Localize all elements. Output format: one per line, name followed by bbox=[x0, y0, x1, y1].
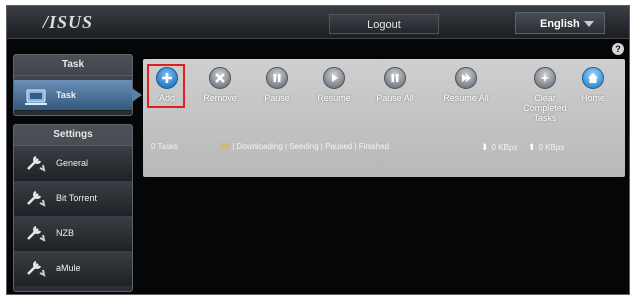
fast-forward-icon bbox=[455, 67, 477, 89]
wrench-icon bbox=[27, 155, 46, 172]
pause-button[interactable]: Pause bbox=[247, 67, 307, 103]
download-rate: ⬇ 0 KBps bbox=[481, 142, 517, 153]
close-icon bbox=[209, 67, 231, 89]
filter-all[interactable]: All bbox=[221, 142, 230, 151]
home-label: Home bbox=[580, 93, 605, 103]
task-panel: Task Task bbox=[13, 54, 142, 116]
home-icon bbox=[582, 67, 604, 89]
remove-label: Remove bbox=[203, 93, 237, 103]
sparkle-icon bbox=[534, 67, 556, 89]
chevron-down-icon bbox=[584, 21, 594, 27]
add-label: Add bbox=[158, 93, 175, 103]
play-icon bbox=[323, 67, 345, 89]
arrow-down-icon: ⬇ bbox=[481, 142, 489, 152]
pause-icon bbox=[266, 67, 288, 89]
help-icon[interactable]: ? bbox=[612, 43, 624, 55]
resume-button[interactable]: Resume bbox=[304, 67, 364, 103]
settings-section-title: Settings bbox=[14, 125, 132, 146]
task-section-title: Task bbox=[14, 55, 132, 76]
logout-button[interactable]: Logout bbox=[329, 14, 439, 34]
task-count: 0 Tasks bbox=[151, 142, 178, 151]
arrow-up-icon: ⬆ bbox=[528, 142, 536, 152]
upload-rate-value: 0 KBps bbox=[538, 143, 565, 152]
sidebar-item-general[interactable]: General bbox=[14, 146, 132, 181]
sidebar-item-nzb[interactable]: NZB bbox=[14, 216, 132, 251]
add-button[interactable]: Add bbox=[137, 67, 197, 103]
task-icon bbox=[25, 89, 47, 105]
toolbar: Add Remove Pause Resume Pause All Resume… bbox=[143, 64, 625, 129]
app-window: /ISUS Logout English ? Task Task Setting… bbox=[6, 5, 630, 295]
pause-all-icon bbox=[384, 67, 406, 89]
asus-logo: /ISUS bbox=[43, 12, 94, 32]
filter-seeding[interactable]: Seeding bbox=[289, 142, 318, 151]
sidebar-item-label: NZB bbox=[56, 228, 74, 238]
pause-all-button[interactable]: Pause All bbox=[365, 67, 425, 103]
pause-label: Pause bbox=[264, 93, 290, 103]
wrench-icon bbox=[27, 225, 46, 242]
upload-rate: ⬆ 0 KBps bbox=[528, 142, 564, 153]
sidebar-item-label: General bbox=[56, 158, 89, 168]
filter-paused[interactable]: Paused bbox=[325, 142, 352, 151]
sidebar-item-bittorrent[interactable]: Bit Torrent bbox=[14, 181, 132, 216]
filter-finished[interactable]: Finished bbox=[359, 142, 389, 151]
sidebar-item-amule[interactable]: aMule bbox=[14, 251, 132, 286]
plus-icon bbox=[156, 67, 178, 89]
filter-bar: All | Downloading | Seeding | Paused | F… bbox=[221, 142, 389, 151]
wrench-icon bbox=[27, 260, 46, 277]
resume-all-button[interactable]: Resume All bbox=[436, 67, 496, 103]
sidebar-item-label: Bit Torrent bbox=[56, 193, 97, 203]
task-manager-panel: Add Remove Pause Resume Pause All Resume… bbox=[143, 59, 625, 177]
settings-panel: Settings General Bit Torrent NZB aMule bbox=[13, 124, 133, 292]
sidebar-item-task[interactable]: Task bbox=[14, 80, 142, 111]
sidebar-item-label: aMule bbox=[56, 263, 81, 273]
remove-button[interactable]: Remove bbox=[190, 67, 250, 103]
pause-all-label: Pause All bbox=[376, 93, 414, 103]
language-label: English bbox=[540, 18, 580, 30]
wrench-icon bbox=[27, 190, 46, 207]
top-bar: /ISUS Logout English bbox=[7, 6, 629, 39]
language-select[interactable]: English bbox=[515, 12, 605, 34]
filter-downloading[interactable]: Downloading bbox=[236, 142, 282, 151]
download-rate-value: 0 KBps bbox=[491, 143, 518, 152]
status-bar: 0 Tasks All | Downloading | Seeding | Pa… bbox=[143, 139, 625, 155]
sidebar-item-label: Task bbox=[56, 90, 76, 100]
resume-all-label: Resume All bbox=[443, 93, 489, 103]
home-button[interactable]: Home bbox=[563, 67, 623, 103]
resume-label: Resume bbox=[317, 93, 351, 103]
